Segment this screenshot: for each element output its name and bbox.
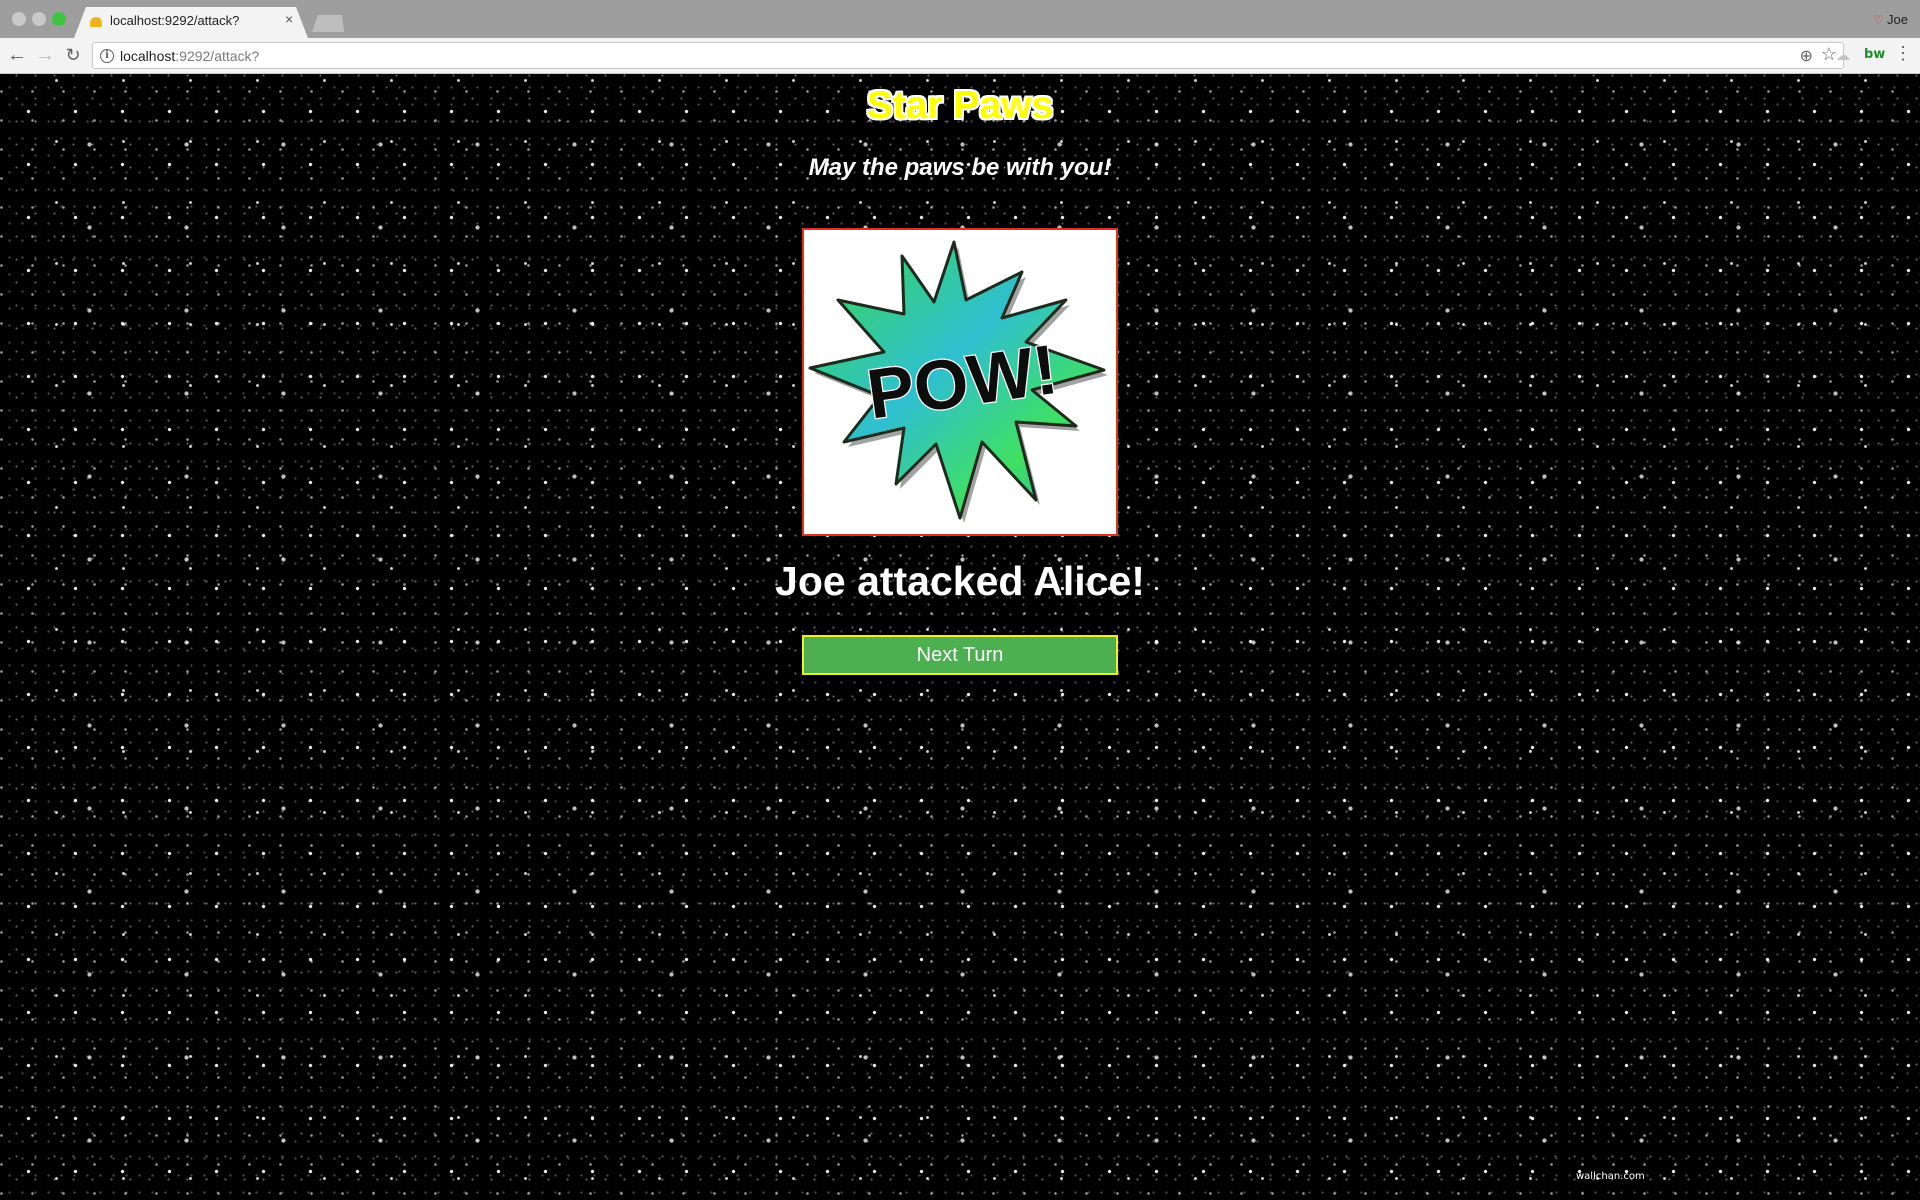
bookmark-star-icon[interactable]: ☆	[1821, 44, 1837, 65]
profile-icon: ♡	[1873, 13, 1885, 27]
pow-image: POW!	[802, 228, 1118, 536]
window-minimize-button[interactable]	[32, 12, 46, 26]
back-arrow-icon[interactable]: ←	[6, 44, 28, 66]
forward-arrow-icon[interactable]: →	[34, 44, 56, 66]
zoom-icon[interactable]: ⊕	[1800, 46, 1813, 66]
profile-name: Joe	[1887, 12, 1908, 27]
url-text[interactable]: localhost:9292/attack?	[120, 48, 259, 64]
site-info-icon[interactable]: i	[100, 49, 114, 63]
attack-message: Joe attacked Alice!	[775, 558, 1145, 604]
window-close-button[interactable]	[12, 12, 26, 26]
url-path: :9292/attack?	[175, 48, 260, 64]
tab-close-icon[interactable]: ×	[285, 12, 293, 26]
browser-titlebar: localhost:9292/attack? × ♡ Joe	[0, 0, 1920, 38]
profile-button[interactable]: ♡ Joe	[1873, 12, 1908, 27]
next-turn-button[interactable]: Next Turn	[802, 635, 1118, 675]
bw-extension-icon[interactable]: bw	[1864, 47, 1885, 62]
new-tab-button[interactable]	[312, 15, 344, 32]
cloud-extension-icon[interactable]: ☁	[1836, 47, 1854, 63]
pow-burst-graphic: POW!	[808, 240, 1108, 523]
address-bar[interactable]: i localhost:9292/attack? ⊕ ☆	[92, 42, 1844, 69]
window-maximize-button[interactable]	[52, 12, 66, 26]
url-host: localhost	[120, 48, 176, 64]
tagline: May the paws be with you!	[808, 154, 1112, 181]
reload-icon[interactable]: ↻	[62, 44, 84, 66]
watermark-text: wallchan.com	[1576, 1171, 1645, 1182]
tab-title[interactable]: localhost:9292/attack?	[110, 13, 239, 28]
browser-menu-icon[interactable]: ⋮	[1894, 43, 1912, 64]
page-title: Star Paws	[866, 84, 1054, 127]
tab-favicon-icon	[90, 17, 102, 27]
starfield-background: Star Paws May the paws be with you! POW!…	[0, 74, 1920, 1200]
browser-toolbar: ← → ↻ i localhost:9292/attack? ⊕ ☆ ☁ bw …	[0, 38, 1920, 74]
